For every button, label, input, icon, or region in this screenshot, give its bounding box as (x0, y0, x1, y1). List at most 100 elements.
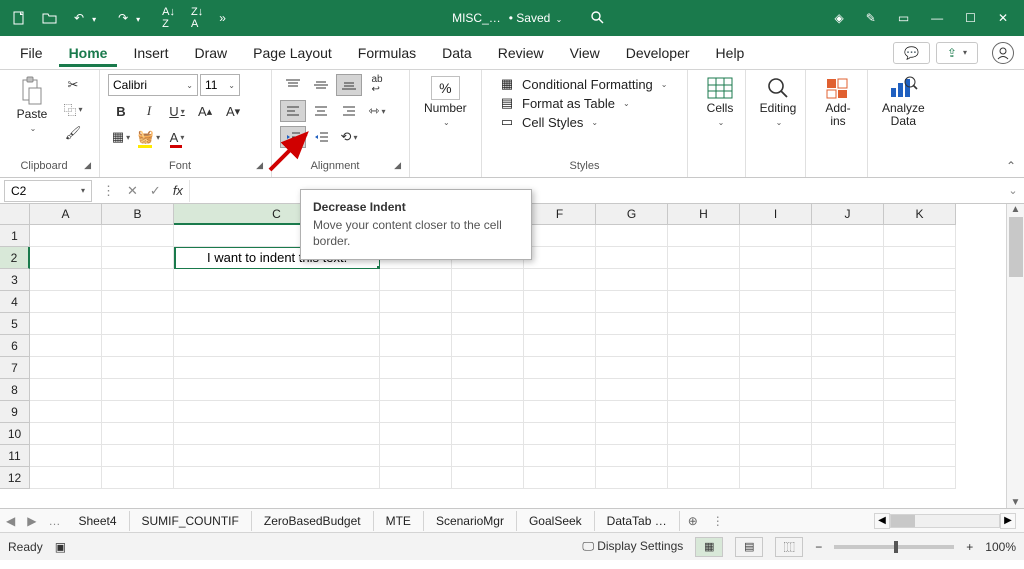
sheet-tab[interactable]: DataTab … (595, 511, 680, 531)
row-header-7[interactable]: 7 (0, 357, 30, 379)
col-header-F[interactable]: F (524, 204, 596, 225)
cell[interactable] (30, 357, 102, 379)
analyze-data-button[interactable]: AnalyzeData (876, 74, 931, 130)
copy-icon[interactable]: ⿻▾ (60, 98, 86, 120)
cell[interactable] (452, 379, 524, 401)
zoom-level[interactable]: 100% (985, 540, 1016, 554)
horizontal-scrollbar[interactable]: ◀▶ (730, 513, 1024, 529)
col-header-G[interactable]: G (596, 204, 668, 225)
cell[interactable] (102, 247, 174, 269)
sheet-nav-next-icon[interactable]: ▶ (21, 514, 42, 528)
col-header-I[interactable]: I (740, 204, 812, 225)
cell[interactable] (812, 467, 884, 489)
cell[interactable] (812, 401, 884, 423)
sheet-tab[interactable]: SUMIF_COUNTIF (130, 511, 252, 531)
row-header-8[interactable]: 8 (0, 379, 30, 401)
font-size-combo[interactable]: 11⌄ (200, 74, 240, 96)
addins-button[interactable]: Add-ins (814, 74, 862, 130)
zoom-slider[interactable] (834, 545, 954, 549)
align-top-icon[interactable] (280, 74, 306, 96)
cell[interactable] (884, 467, 956, 489)
row-header-2[interactable]: 2 (0, 247, 30, 269)
cell[interactable] (174, 445, 380, 467)
row-header-3[interactable]: 3 (0, 269, 30, 291)
cell[interactable] (668, 357, 740, 379)
row-header-12[interactable]: 12 (0, 467, 30, 489)
cell[interactable] (174, 379, 380, 401)
increase-font-icon[interactable]: A▴ (192, 100, 218, 122)
cell[interactable] (30, 291, 102, 313)
cell[interactable] (380, 379, 452, 401)
tab-view[interactable]: View (560, 39, 610, 67)
cell[interactable] (102, 335, 174, 357)
cell[interactable] (740, 467, 812, 489)
vertical-scrollbar[interactable]: ▲▼ (1006, 204, 1024, 508)
cell[interactable] (174, 401, 380, 423)
sheet-tab[interactable]: MTE (374, 511, 424, 531)
cell[interactable] (668, 313, 740, 335)
cell[interactable] (380, 313, 452, 335)
row-header-10[interactable]: 10 (0, 423, 30, 445)
increase-indent-icon[interactable] (308, 126, 334, 148)
row-header-4[interactable]: 4 (0, 291, 30, 313)
account-avatar[interactable] (992, 42, 1014, 64)
cell[interactable] (668, 335, 740, 357)
cell[interactable] (524, 445, 596, 467)
align-right-icon[interactable] (336, 100, 362, 122)
row-header-1[interactable]: 1 (0, 225, 30, 247)
window-icon[interactable]: ▭ (888, 5, 919, 31)
cell[interactable] (174, 357, 380, 379)
cell[interactable] (102, 379, 174, 401)
cell[interactable] (380, 401, 452, 423)
cell[interactable] (884, 423, 956, 445)
cell[interactable] (30, 313, 102, 335)
cell[interactable] (740, 269, 812, 291)
cell[interactable] (380, 269, 452, 291)
sort-asc-icon[interactable]: A↓Z (156, 2, 181, 34)
cell[interactable] (884, 225, 956, 247)
tab-developer[interactable]: Developer (616, 39, 700, 67)
cell[interactable] (380, 291, 452, 313)
sheet-nav-prev-icon[interactable]: ◀ (0, 514, 21, 528)
cell[interactable] (812, 423, 884, 445)
expand-formula-icon[interactable]: ⌄ (1002, 184, 1024, 197)
cell[interactable] (380, 423, 452, 445)
tab-formulas[interactable]: Formulas (348, 39, 426, 67)
orientation-icon[interactable]: ⟲▾ (336, 126, 362, 148)
cell[interactable] (524, 225, 596, 247)
cell[interactable] (524, 313, 596, 335)
cell[interactable] (884, 247, 956, 269)
cell[interactable] (524, 247, 596, 269)
cell[interactable] (174, 467, 380, 489)
cell[interactable] (30, 379, 102, 401)
cell[interactable] (884, 379, 956, 401)
cell[interactable] (452, 423, 524, 445)
cell[interactable] (884, 335, 956, 357)
cell[interactable] (452, 291, 524, 313)
row-header-9[interactable]: 9 (0, 401, 30, 423)
cell[interactable] (524, 467, 596, 489)
cell[interactable] (812, 335, 884, 357)
cell[interactable] (668, 445, 740, 467)
select-all-corner[interactable] (0, 204, 30, 225)
cell[interactable] (174, 269, 380, 291)
cell[interactable] (452, 467, 524, 489)
cell[interactable] (884, 401, 956, 423)
sort-desc-icon[interactable]: Z↓A (185, 2, 209, 34)
redo-icon[interactable]: ↷▾ (112, 7, 152, 29)
zoom-out-icon[interactable]: − (815, 540, 822, 554)
cell[interactable] (596, 291, 668, 313)
comments-button[interactable]: 💬 (893, 42, 930, 64)
cell[interactable] (740, 423, 812, 445)
cell[interactable] (596, 423, 668, 445)
confirm-icon[interactable]: ✓ (144, 183, 167, 199)
cell[interactable] (30, 445, 102, 467)
cell[interactable] (174, 291, 380, 313)
cell[interactable] (452, 269, 524, 291)
page-layout-view-icon[interactable]: ▤ (735, 537, 763, 557)
cell[interactable] (668, 269, 740, 291)
cell[interactable] (102, 423, 174, 445)
sheet-nav-more-icon[interactable]: … (42, 514, 66, 528)
cell[interactable] (668, 423, 740, 445)
cell[interactable] (812, 445, 884, 467)
